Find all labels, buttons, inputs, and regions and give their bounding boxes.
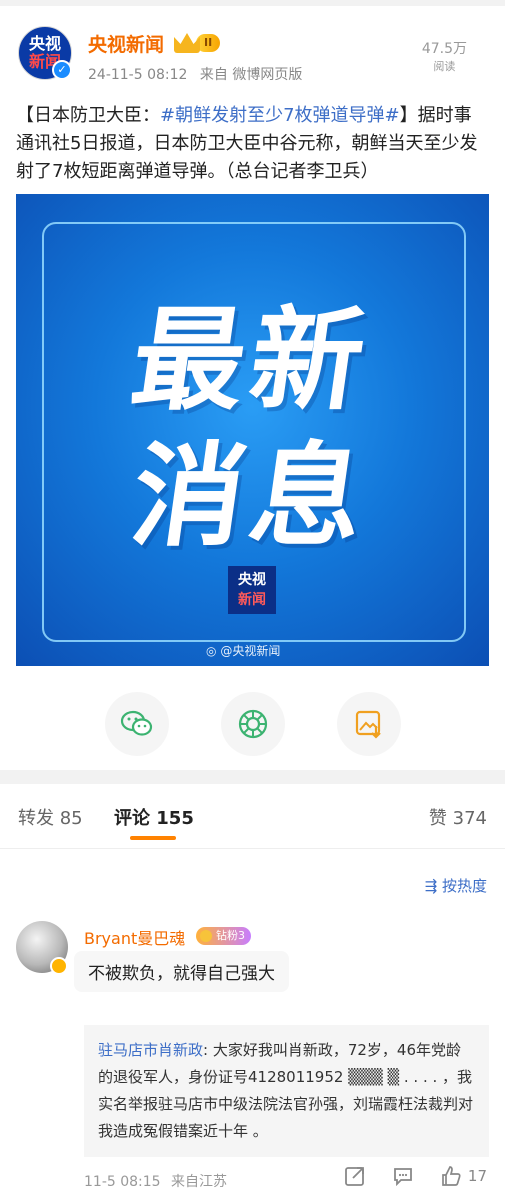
tab-active-indicator [130,836,176,840]
sort-by-hot-button[interactable]: ⇶ 按热度 [425,875,487,896]
tab-reposts-label: 转发 [18,808,54,829]
share-moments-button[interactable] [220,692,285,756]
moments-icon [238,709,267,739]
post-hashtag[interactable]: #朝鲜发射至少7枚弹道导弹# [160,105,400,126]
logo-text-line1: 央视 [238,572,266,588]
verified-icon: ✓ [52,60,72,80]
tab-likes-count: 374 [452,808,487,829]
comment-time: 11-5 08:15 [84,1174,161,1190]
save-image-button[interactable] [336,692,401,756]
thumbs-up-icon [442,1166,461,1186]
tab-comments-label: 评论 [114,808,150,829]
level-badge[interactable]: II [174,32,221,54]
logo-text-line2: 新闻 [238,592,266,608]
section-separator [0,770,505,784]
share-wechat-button[interactable] [104,692,169,756]
comment-like-button[interactable]: 17 [440,1165,487,1187]
comment-like-count: 17 [467,1167,487,1185]
tab-reposts[interactable]: 转发 85 [18,804,83,830]
comment-actions: 17 [344,1165,487,1187]
comment-location: 来自江苏 [171,1174,228,1190]
comment-text[interactable]: 不被欺负，就得自己强大 [74,951,289,992]
watermark-text: @央视新闻 [220,644,281,658]
post-text-prefix: 【日本防卫大臣： [16,105,160,126]
commenter-verified-icon [50,957,68,975]
post-image[interactable]: 最新 消息 央视 新闻 ◎ @央视新闻 [16,194,489,666]
views-label: 阅读 [433,60,456,73]
sort-bar: ⇶ 按热度 [0,849,505,921]
share-icon[interactable] [344,1165,366,1187]
image-watermark: ◎ @央视新闻 [206,642,280,659]
sort-label: 按热度 [441,877,487,895]
tab-likes[interactable]: 赞 374 [429,804,487,830]
tab-likes-label: 赞 [428,808,447,829]
reply-username[interactable]: 驻马店市肖新政 [98,1041,203,1059]
comment-reply[interactable]: 驻马店市肖新政: 大家好我叫肖新政，72岁，46年党龄的退役军人，身份证号412… [84,1025,489,1157]
post-source: 来自 微博网页版 [199,67,303,83]
crown-icon [174,33,200,53]
post-timestamp: 24-11-5 08:12 [88,67,188,83]
sort-icon: ⇶ [424,877,438,895]
tab-comments[interactable]: 评论 155 [114,804,194,830]
tab-reposts-count: 85 [59,808,83,829]
image-headline-line2: 消息 [123,432,379,562]
author-name[interactable]: 央视新闻 [88,30,164,57]
comment-item: Bryant曼巴魂 钻粉3 不被欺负，就得自己强大 驻马店市肖新政: 大家好我叫… [0,921,505,1200]
post-header: 央视 新闻 ✓ 央视新闻 II 24-11-5 08:12 来自 微博网页版 4… [0,6,505,90]
reply-icon[interactable] [392,1165,414,1187]
save-image-icon [355,710,381,739]
avatar-text-line1: 央视 [28,34,61,53]
fan-badge[interactable]: 钻粉3 [196,927,251,945]
view-counter: 47.5万 阅读 [422,38,467,74]
interaction-tabs: 转发 85 评论 155 赞 374 [0,784,505,848]
tab-comments-count: 155 [156,808,194,829]
cctv-news-logo: 央视 新闻 [228,566,276,614]
share-row [0,666,505,776]
commenter-name[interactable]: Bryant曼巴魂 [84,925,185,949]
post-text: 【日本防卫大臣：#朝鲜发射至少7枚弹道导弹#】据时事通讯社5日报道，日本防卫大臣… [0,90,505,186]
comment-meta: 11-5 08:15 来自江苏 [84,1171,227,1191]
weibo-watermark-icon: ◎ [206,644,217,658]
wechat-icon [120,710,152,736]
views-count: 47.5万 [421,41,467,57]
post-meta: 24-11-5 08:12 来自 微博网页版 [88,64,302,84]
